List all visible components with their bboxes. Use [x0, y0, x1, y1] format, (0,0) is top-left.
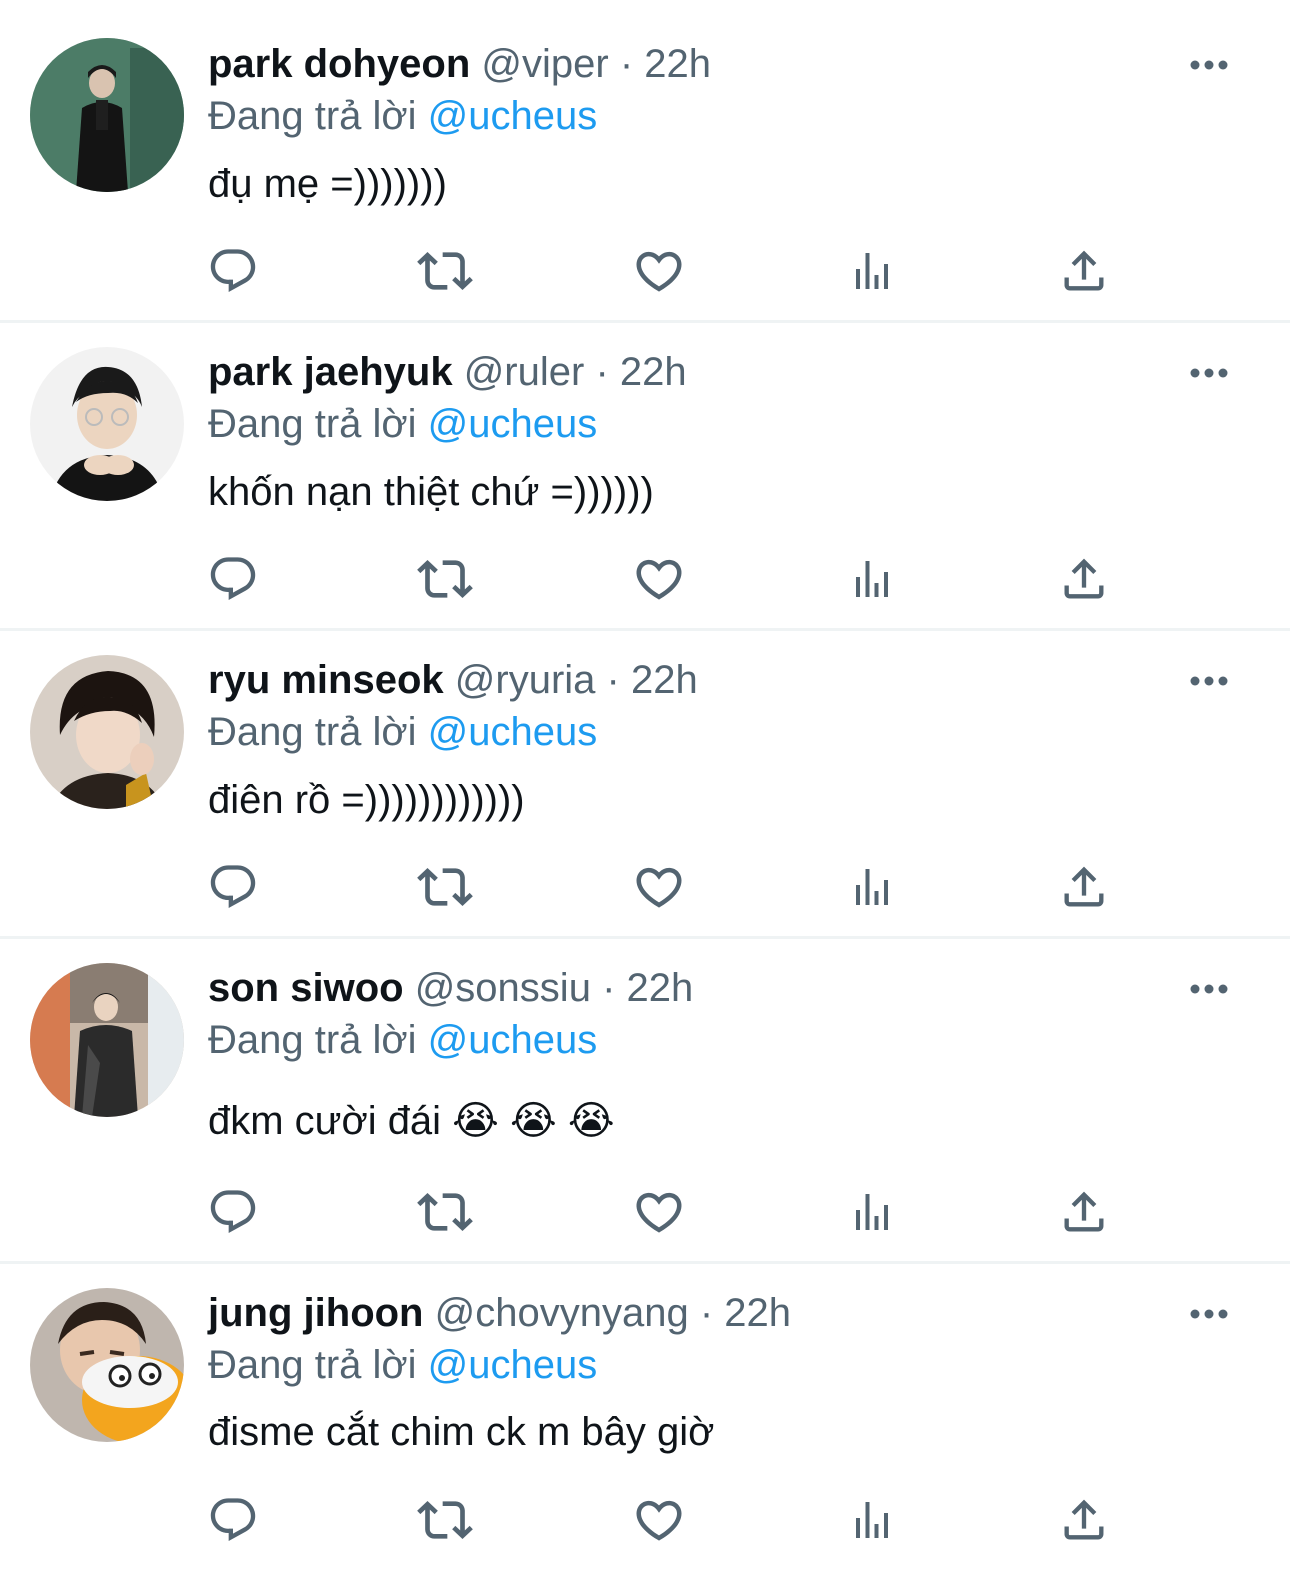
share-icon[interactable] [1054, 857, 1114, 917]
reply-context: Đang trả lời @ucheus [208, 400, 597, 448]
reply-icon[interactable] [203, 549, 263, 609]
tweet-actions [0, 241, 1290, 301]
share-icon[interactable] [1054, 549, 1114, 609]
tweet-header: son siwoo @sonssiu · 22h [208, 964, 693, 1012]
reply-mention-link[interactable]: @ucheus [428, 402, 598, 446]
like-icon[interactable] [629, 1490, 689, 1550]
tweet-header: park jaehyuk @ruler · 22h [208, 348, 687, 396]
like-icon[interactable] [629, 1182, 689, 1242]
reply-prefix: Đang trả lời [208, 402, 417, 446]
reply-icon[interactable] [203, 1182, 263, 1242]
avatar[interactable] [30, 347, 184, 501]
reply-context: Đang trả lời @ucheus [208, 92, 597, 140]
more-options-icon[interactable] [1188, 363, 1230, 383]
separator-dot: · [602, 966, 616, 1010]
reply-icon[interactable] [203, 857, 263, 917]
views-icon[interactable] [842, 1490, 902, 1550]
user-handle[interactable]: @viper [481, 42, 608, 86]
reply-icon[interactable] [203, 1490, 263, 1550]
reply-mention-link[interactable]: @ucheus [428, 1343, 598, 1387]
avatar[interactable] [30, 38, 184, 192]
user-handle[interactable]: @ryuria [455, 658, 596, 702]
more-options-icon[interactable] [1188, 979, 1230, 999]
tweet-text: đkm cười đái 😭 😭 😭 [208, 1099, 615, 1143]
tweet-text: đisme cắt chim ck m bây giờ [208, 1410, 715, 1454]
reply-prefix: Đang trả lời [208, 1343, 417, 1387]
separator-dot: · [595, 350, 609, 394]
reply-mention-link[interactable]: @ucheus [428, 94, 598, 138]
separator-dot: · [699, 1291, 714, 1335]
share-icon[interactable] [1054, 1490, 1114, 1550]
retweet-icon[interactable] [415, 857, 475, 917]
share-icon[interactable] [1054, 1182, 1114, 1242]
tweet-header: park dohyeon @viper · 22h [208, 40, 711, 88]
tweet[interactable]: jung jihoon @chovynyang · 22h Đang trả l… [0, 1264, 1290, 1591]
reply-context: Đang trả lời @ucheus [208, 1016, 597, 1064]
more-options-icon[interactable] [1188, 55, 1230, 75]
separator-dot: · [606, 658, 620, 702]
retweet-icon[interactable] [415, 241, 475, 301]
tweet-actions [0, 1490, 1290, 1550]
more-options-icon[interactable] [1188, 1304, 1230, 1324]
user-handle[interactable]: @sonssiu [415, 966, 591, 1010]
display-name[interactable]: son siwoo [208, 966, 404, 1010]
like-icon[interactable] [629, 857, 689, 917]
retweet-icon[interactable] [415, 1182, 475, 1242]
reply-mention-link[interactable]: @ucheus [428, 1018, 598, 1062]
tweet[interactable]: son siwoo @sonssiu · 22h Đang trả lời @u… [0, 939, 1290, 1264]
tweet-timeline: park dohyeon @viper · 22h Đang trả lời @… [0, 0, 1290, 1591]
like-icon[interactable] [629, 549, 689, 609]
reply-context: Đang trả lời @ucheus [208, 1341, 597, 1389]
tweet-text: đụ mẹ =))))))) [208, 162, 447, 206]
timestamp[interactable]: 22h [627, 966, 694, 1010]
timestamp[interactable]: 22h [631, 658, 698, 702]
tweet-actions [0, 549, 1290, 609]
like-icon[interactable] [629, 241, 689, 301]
share-icon[interactable] [1054, 241, 1114, 301]
more-options-icon[interactable] [1188, 671, 1230, 691]
tweet-actions [0, 857, 1290, 917]
timestamp[interactable]: 22h [620, 350, 687, 394]
views-icon[interactable] [842, 549, 902, 609]
reply-prefix: Đang trả lời [208, 710, 417, 754]
tweet-text: khốn nạn thiệt chứ =)))))) [208, 470, 654, 514]
tweet[interactable]: ryu minseok @ryuria · 22h Đang trả lời @… [0, 631, 1290, 939]
avatar[interactable] [30, 963, 184, 1117]
reply-prefix: Đang trả lời [208, 1018, 417, 1062]
reply-mention-link[interactable]: @ucheus [428, 710, 598, 754]
user-handle[interactable]: @chovynyang [435, 1291, 689, 1335]
views-icon[interactable] [842, 857, 902, 917]
tweet-actions [0, 1182, 1290, 1242]
avatar[interactable] [30, 655, 184, 809]
display-name[interactable]: park dohyeon [208, 42, 470, 86]
tweet[interactable]: park dohyeon @viper · 22h Đang trả lời @… [0, 0, 1290, 323]
reply-prefix: Đang trả lời [208, 94, 417, 138]
timestamp[interactable]: 22h [724, 1291, 791, 1335]
reply-context: Đang trả lời @ucheus [208, 708, 597, 756]
separator-dot: · [619, 42, 634, 86]
display-name[interactable]: jung jihoon [208, 1291, 424, 1335]
user-handle[interactable]: @ruler [464, 350, 585, 394]
retweet-icon[interactable] [415, 549, 475, 609]
tweet[interactable]: park jaehyuk @ruler · 22h Đang trả lời @… [0, 323, 1290, 631]
views-icon[interactable] [842, 241, 902, 301]
views-icon[interactable] [842, 1182, 902, 1242]
reply-icon[interactable] [203, 241, 263, 301]
tweet-text: điên rồ =)))))))))))) [208, 778, 525, 822]
tweet-header: jung jihoon @chovynyang · 22h [208, 1289, 791, 1337]
display-name[interactable]: park jaehyuk [208, 350, 453, 394]
tweet-header: ryu minseok @ryuria · 22h [208, 656, 698, 704]
display-name[interactable]: ryu minseok [208, 658, 444, 702]
avatar[interactable] [30, 1288, 184, 1442]
retweet-icon[interactable] [415, 1490, 475, 1550]
timestamp[interactable]: 22h [644, 42, 711, 86]
